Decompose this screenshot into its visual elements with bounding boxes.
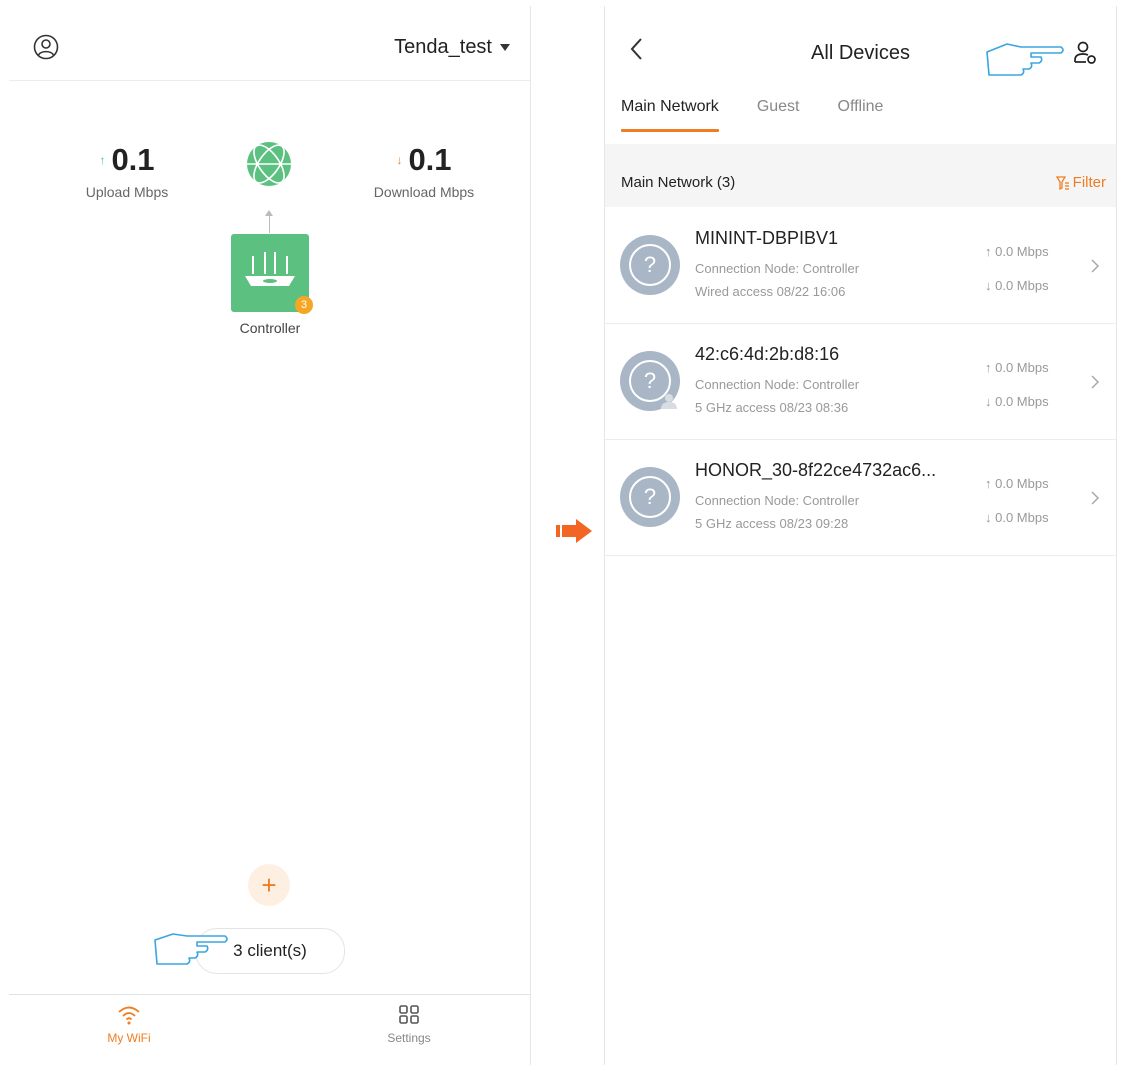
chevron-right-icon xyxy=(1091,259,1100,273)
filter-label: Filter xyxy=(1072,174,1106,191)
client-count-badge: 3 xyxy=(295,296,313,314)
device-row[interactable]: ? HONOR_30-8f22ce4732ac6... Connection N… xyxy=(605,440,1116,556)
filter-icon xyxy=(1055,175,1069,190)
upload-label: Upload Mbps xyxy=(85,184,169,200)
link-line xyxy=(269,213,270,233)
tab-my-wifi[interactable]: My WiFi xyxy=(69,1005,189,1045)
user-profile-icon[interactable] xyxy=(33,34,59,60)
tab-offline[interactable]: Offline xyxy=(838,98,884,132)
device-connection-node: Connection Node: Controller xyxy=(695,261,860,276)
unknown-device-icon: ? xyxy=(629,244,671,286)
devices-header: All Devices xyxy=(605,6,1116,80)
device-connection-node: Connection Node: Controller xyxy=(695,493,860,508)
upload-value: 0.1 xyxy=(111,142,155,177)
tab-main-network[interactable]: Main Network xyxy=(621,98,719,132)
device-access-info: Wired access 08/22 16:06 xyxy=(695,284,846,299)
device-upload-speed: ↑ 0.0 Mbps xyxy=(985,360,1049,375)
person-icon xyxy=(661,394,677,409)
chevron-right-icon xyxy=(1091,375,1100,389)
device-connection-node: Connection Node: Controller xyxy=(695,377,860,392)
device-download-speed: ↓ 0.0 Mbps xyxy=(985,278,1049,293)
device-name: MININT-DBPIBV1 xyxy=(695,228,839,248)
network-tabs: Main Network Guest Offline xyxy=(621,98,883,132)
filter-button[interactable]: Filter xyxy=(1055,174,1106,191)
flow-arrow-icon xyxy=(556,519,592,543)
settings-grid-icon xyxy=(399,1005,419,1024)
network-selector[interactable]: Tenda_test xyxy=(394,36,510,59)
device-upload-speed: ↑ 0.0 Mbps xyxy=(985,476,1049,491)
home-screen: Tenda_test ↑ 0.1 Upload Mbps ↓ 0.1 Downl… xyxy=(9,6,531,1065)
device-avatar: ? xyxy=(620,467,680,527)
download-stat: ↓ 0.1 Download Mbps xyxy=(359,142,489,200)
controller-label: Controller xyxy=(239,320,301,336)
add-node-button[interactable]: + xyxy=(248,864,290,906)
arrow-down-icon: ↓ xyxy=(396,153,403,167)
wifi-icon xyxy=(118,1006,140,1025)
device-access-info: 5 GHz access 08/23 08:36 xyxy=(695,400,849,415)
device-row[interactable]: ? 42:c6:4d:2b:d8:16 Connection Node: Con… xyxy=(605,324,1116,440)
chevron-right-icon xyxy=(1091,491,1100,505)
bottom-tab-bar: My WiFi Settings xyxy=(9,994,530,1065)
unknown-device-icon: ? xyxy=(629,476,671,518)
download-label: Download Mbps xyxy=(373,184,475,200)
device-upload-speed: ↑ 0.0 Mbps xyxy=(985,244,1049,259)
device-download-speed: ↓ 0.0 Mbps xyxy=(985,394,1049,409)
device-name: 42:c6:4d:2b:d8:16 xyxy=(695,344,840,364)
all-devices-screen: All Devices Main Network Guest Offline M… xyxy=(604,6,1117,1065)
arrow-up-icon: ↑ xyxy=(99,153,106,167)
section-header: Main Network (3) Filter xyxy=(605,144,1116,207)
user-manage-icon[interactable] xyxy=(1072,40,1098,66)
section-title: Main Network (3) xyxy=(621,174,736,191)
device-download-speed: ↓ 0.0 Mbps xyxy=(985,510,1049,525)
device-name: HONOR_30-8f22ce4732ac6... xyxy=(695,460,937,480)
device-list: ? MININT-DBPIBV1 Connection Node: Contro… xyxy=(605,208,1116,556)
pointing-hand-icon xyxy=(986,43,1064,76)
tab-settings-label: Settings xyxy=(387,1031,431,1045)
pointing-hand-icon xyxy=(154,933,228,965)
tab-settings[interactable]: Settings xyxy=(349,1005,469,1045)
network-name-label: Tenda_test xyxy=(394,36,492,58)
tab-guest[interactable]: Guest xyxy=(757,98,800,132)
download-value: 0.1 xyxy=(408,142,452,177)
device-access-info: 5 GHz access 08/23 09:28 xyxy=(695,516,849,531)
device-avatar: ? xyxy=(620,351,680,411)
tab-my-wifi-label: My WiFi xyxy=(107,1031,151,1045)
device-row[interactable]: ? MININT-DBPIBV1 Connection Node: Contro… xyxy=(605,208,1116,324)
caret-down-icon xyxy=(500,44,510,51)
upload-stat: ↑ 0.1 Upload Mbps xyxy=(67,142,187,200)
internet-globe-icon[interactable] xyxy=(245,140,293,188)
device-avatar: ? xyxy=(620,235,680,295)
home-header: Tenda_test xyxy=(9,6,530,81)
